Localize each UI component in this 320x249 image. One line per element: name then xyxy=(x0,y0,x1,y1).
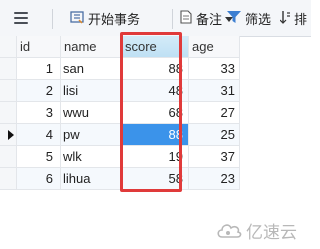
cell-score[interactable]: 48 xyxy=(122,80,189,102)
cell-id[interactable]: 6 xyxy=(17,168,61,190)
cell-name[interactable]: lihua xyxy=(61,168,122,190)
column-header-name[interactable]: name xyxy=(61,36,122,58)
column-header-score[interactable]: score xyxy=(122,36,189,58)
row-indicator[interactable] xyxy=(0,58,17,80)
sort-label: 排 xyxy=(294,11,308,27)
filter-icon xyxy=(227,10,241,27)
filter-label: 筛选 xyxy=(245,11,272,27)
filter-button[interactable]: 筛选 xyxy=(227,0,271,36)
cell-name[interactable]: lisi xyxy=(61,80,122,102)
table-row[interactable]: 2 lisi 48 31 xyxy=(0,80,240,102)
notes-button[interactable]: 备注 xyxy=(180,0,234,36)
cell-age[interactable]: 33 xyxy=(189,58,240,80)
watermark-text: 亿速云 xyxy=(246,223,297,243)
toolbar-divider xyxy=(172,9,173,29)
watermark: 亿速云 xyxy=(216,218,297,243)
table-row[interactable]: 1 san 88 33 xyxy=(0,58,240,80)
cell-age[interactable]: 31 xyxy=(189,80,240,102)
header-row: id name score age xyxy=(0,36,240,58)
column-header-id[interactable]: id xyxy=(17,36,61,58)
toolbar-divider xyxy=(52,9,53,29)
toolbar: 开始事务 备注 筛选 排 xyxy=(0,0,311,37)
cell-name[interactable]: wlk xyxy=(61,146,122,168)
current-row-pointer-icon xyxy=(8,130,14,140)
row-indicator[interactable] xyxy=(0,146,17,168)
cell-score[interactable]: 19 xyxy=(122,146,189,168)
document-icon xyxy=(180,9,192,27)
begin-transaction-label: 开始事务 xyxy=(88,11,141,27)
notes-label: 备注 xyxy=(196,11,223,27)
cell-id[interactable]: 3 xyxy=(17,102,61,124)
table-row-selected[interactable]: 4 pw 88 25 xyxy=(0,124,240,146)
row-indicator[interactable] xyxy=(0,124,17,146)
column-header-age[interactable]: age xyxy=(189,36,240,58)
cell-age[interactable]: 25 xyxy=(189,124,240,146)
table-row[interactable]: 6 lihua 58 23 xyxy=(0,168,240,190)
transaction-icon xyxy=(70,10,84,27)
row-indicator-header xyxy=(0,36,17,58)
cell-score-selected[interactable]: 88 xyxy=(122,124,189,146)
cell-age[interactable]: 27 xyxy=(189,102,240,124)
table-row[interactable]: 3 wwu 68 27 xyxy=(0,102,240,124)
sort-icon xyxy=(279,10,290,27)
row-indicator[interactable] xyxy=(0,80,17,102)
cell-score[interactable]: 68 xyxy=(122,102,189,124)
begin-transaction-button[interactable]: 开始事务 xyxy=(70,0,140,36)
menu-icon[interactable] xyxy=(14,0,32,36)
cloud-logo-icon xyxy=(217,223,242,238)
cell-name[interactable]: san xyxy=(61,58,122,80)
cell-id[interactable]: 1 xyxy=(17,58,61,80)
cell-id[interactable]: 5 xyxy=(17,146,61,168)
cell-name[interactable]: wwu xyxy=(61,102,122,124)
cell-age[interactable]: 23 xyxy=(189,168,240,190)
cell-age[interactable]: 37 xyxy=(189,146,240,168)
table-row[interactable]: 5 wlk 19 37 xyxy=(0,146,240,168)
sort-button[interactable]: 排 xyxy=(279,0,308,36)
cell-score[interactable]: 58 xyxy=(122,168,189,190)
row-indicator[interactable] xyxy=(0,168,17,190)
cell-name[interactable]: pw xyxy=(61,124,122,146)
cell-id[interactable]: 4 xyxy=(17,124,61,146)
cell-id[interactable]: 2 xyxy=(17,80,61,102)
cell-score[interactable]: 88 xyxy=(122,58,189,80)
row-indicator[interactable] xyxy=(0,102,17,124)
